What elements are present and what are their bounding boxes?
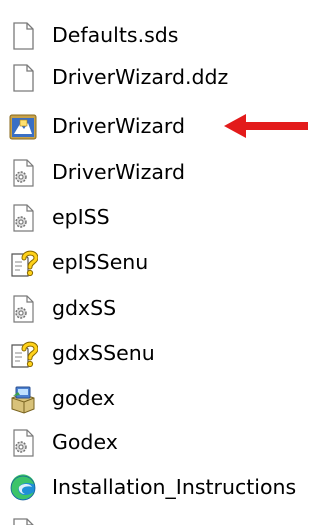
file-name: epISSenu	[52, 250, 149, 274]
file-name: godex	[52, 386, 115, 410]
file-name: DriverWizard	[52, 114, 185, 138]
file-name: Defaults.sds	[52, 23, 179, 47]
file-name: DriverWizard	[52, 160, 185, 184]
help-file-icon	[8, 339, 38, 369]
edge-browser-icon	[8, 473, 38, 503]
file-name: Godex	[52, 430, 118, 454]
file-name: gdxSS	[52, 296, 117, 320]
file-item-gdxssenu[interactable]: gdxSSenu	[0, 332, 334, 374]
file-item-gdxss[interactable]: gdxSS	[0, 287, 334, 329]
blank-document-icon	[8, 63, 38, 93]
arrow-shaft	[242, 122, 308, 130]
installer-package-icon	[8, 384, 38, 414]
file-name: gdxSSenu	[52, 341, 155, 365]
file-item-driverwizard-config[interactable]: DriverWizard	[0, 151, 334, 193]
help-file-icon	[8, 248, 38, 278]
blank-document-icon	[8, 517, 38, 525]
blank-document-icon	[8, 21, 38, 51]
file-item-defaults-sds[interactable]: Defaults.sds	[0, 14, 334, 56]
file-list: Defaults.sds DriverWizard.ddz DriverWiza…	[0, 0, 334, 525]
file-item-epissenu[interactable]: epISSenu	[0, 241, 334, 283]
settings-file-icon	[8, 203, 38, 233]
settings-file-icon	[8, 294, 38, 324]
file-item-episs[interactable]: epISS	[0, 196, 334, 238]
file-item-driverwizard-ddz[interactable]: DriverWizard.ddz	[0, 56, 334, 98]
settings-file-icon	[8, 158, 38, 188]
file-item-partial[interactable]	[0, 510, 334, 525]
file-name: DriverWizard.ddz	[52, 65, 229, 89]
file-name: Installation_Instructions	[52, 475, 297, 499]
file-name: epISS	[52, 205, 110, 229]
settings-file-icon	[8, 428, 38, 458]
file-item-godex-config[interactable]: Godex	[0, 421, 334, 463]
file-item-installation-instructions[interactable]: Installation_Instructions	[0, 466, 334, 508]
application-exe-icon	[8, 112, 38, 142]
arrow-head	[224, 114, 246, 138]
file-item-godex-installer[interactable]: godex	[0, 377, 334, 419]
annotation-arrow	[222, 113, 310, 139]
